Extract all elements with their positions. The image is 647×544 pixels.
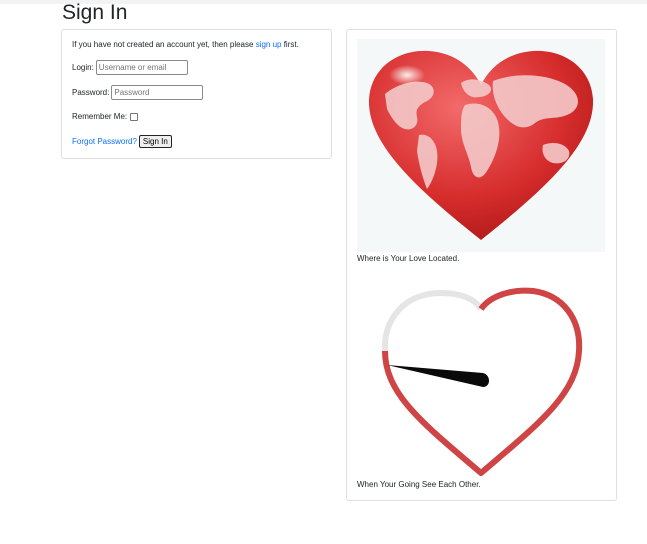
actions-row: Forgot Password? Sign In <box>72 135 172 148</box>
login-row: Login: <box>72 60 188 75</box>
gallery-caption: Where is Your Love Located. <box>357 254 460 263</box>
remember-checkbox[interactable] <box>130 113 139 121</box>
remember-row: Remember Me: <box>72 112 139 122</box>
login-label: Login: <box>72 62 94 72</box>
signup-prompt-text-after: first. <box>281 40 299 49</box>
password-row: Password: <box>72 85 204 100</box>
signin-card: If you have not created an account yet, … <box>61 29 332 159</box>
password-input[interactable] <box>111 85 204 100</box>
password-label: Password: <box>72 87 110 97</box>
signup-prompt-text-before: If you have not created an account yet, … <box>72 40 256 49</box>
sign-in-button[interactable]: Sign In <box>138 135 172 148</box>
signup-link[interactable]: sign up <box>256 40 282 49</box>
remember-label: Remember Me: <box>72 112 128 121</box>
gallery-card: Where is Your Love Located. When Your Go… <box>346 29 617 501</box>
globe-heart-image <box>357 39 605 252</box>
globe-heart-icon <box>368 50 594 240</box>
login-input[interactable] <box>95 60 188 75</box>
signup-prompt: If you have not created an account yet, … <box>72 40 299 50</box>
heart-gauge-image <box>357 285 605 477</box>
gallery-caption: When Your Going See Each Other. <box>357 480 481 489</box>
forgot-password-link[interactable]: Forgot Password? <box>72 137 137 147</box>
heart-gauge-icon <box>381 287 583 476</box>
page-title: Sign In <box>62 1 128 24</box>
